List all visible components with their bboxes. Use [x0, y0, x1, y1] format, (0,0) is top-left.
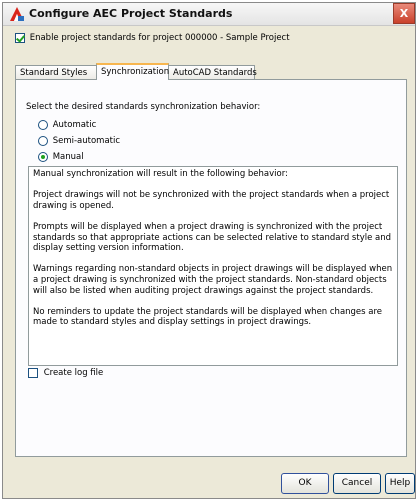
cancel-button[interactable]: Cancel — [333, 473, 381, 494]
close-icon: X — [399, 7, 409, 20]
radio-semi-automatic-label: Semi-automatic — [52, 136, 121, 146]
close-button[interactable]: X — [393, 3, 415, 24]
behavior-description-box: Manual synchronization will result in th… — [28, 166, 398, 366]
radio-automatic[interactable] — [38, 120, 48, 130]
radio-manual-label: Manual — [52, 152, 84, 162]
tab-autocad-standards[interactable]: AutoCAD Standards — [168, 65, 257, 79]
tab-standard-styles[interactable]: Standard Styles — [15, 65, 97, 79]
description-paragraph: Project drawings will not be synchronize… — [33, 190, 390, 211]
tab-synchronization-label: Synchronization — [101, 67, 170, 77]
radio-row-semi-automatic[interactable]: Semi-automatic — [38, 136, 120, 148]
help-button[interactable]: Help — [385, 473, 415, 494]
tab-autocad-standards-label: AutoCAD Standards — [173, 68, 257, 78]
autocad-architecture-icon — [10, 7, 24, 21]
description-paragraph: Warnings regarding non-standard objects … — [33, 264, 393, 296]
dialog-title: Configure AEC Project Standards — [29, 7, 233, 20]
radio-row-manual[interactable]: Manual — [38, 152, 84, 164]
title-bar[interactable]: Configure AEC Project Standards X — [3, 3, 415, 26]
create-log-file-label: Create log file — [43, 368, 104, 378]
create-log-file-checkbox[interactable] — [28, 368, 38, 378]
radio-manual[interactable] — [38, 152, 48, 162]
enable-project-standards-label: Enable project standards for project 000… — [29, 33, 290, 43]
radio-row-automatic[interactable]: Automatic — [38, 120, 96, 132]
radio-automatic-label: Automatic — [52, 120, 97, 130]
description-paragraph: No reminders to update the project stand… — [33, 306, 383, 328]
ok-button[interactable]: OK — [281, 473, 329, 494]
tab-synchronization[interactable]: Synchronization — [96, 63, 169, 80]
radio-semi-automatic[interactable] — [38, 136, 48, 146]
synchronization-panel: Select the desired standards synchroniza… — [15, 79, 407, 457]
description-line: Manual synchronization will result in th… — [33, 169, 288, 179]
enable-project-standards-row[interactable]: Enable project standards for project 000… — [15, 33, 290, 47]
description-paragraph: Prompts will be displayed when a project… — [33, 221, 392, 254]
sync-prompt: Select the desired standards synchroniza… — [26, 102, 261, 112]
configure-aec-project-standards-dialog: Configure AEC Project Standards X Enable… — [2, 2, 416, 499]
tab-standard-styles-label: Standard Styles — [20, 68, 88, 78]
create-log-file-row[interactable]: Create log file — [28, 368, 103, 380]
enable-project-standards-checkbox[interactable] — [15, 33, 25, 43]
